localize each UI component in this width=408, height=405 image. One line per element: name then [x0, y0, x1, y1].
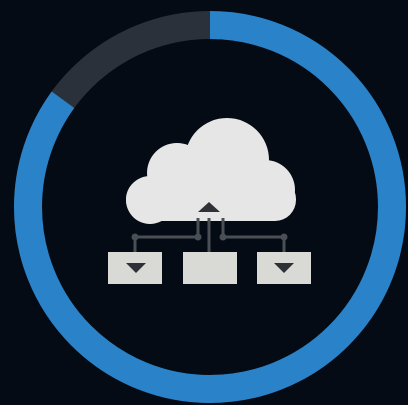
center-node-box	[183, 252, 237, 284]
progress-ring	[14, 11, 406, 403]
cloud-sync-progress-widget	[0, 0, 408, 405]
cloud-network-icon	[108, 118, 311, 284]
